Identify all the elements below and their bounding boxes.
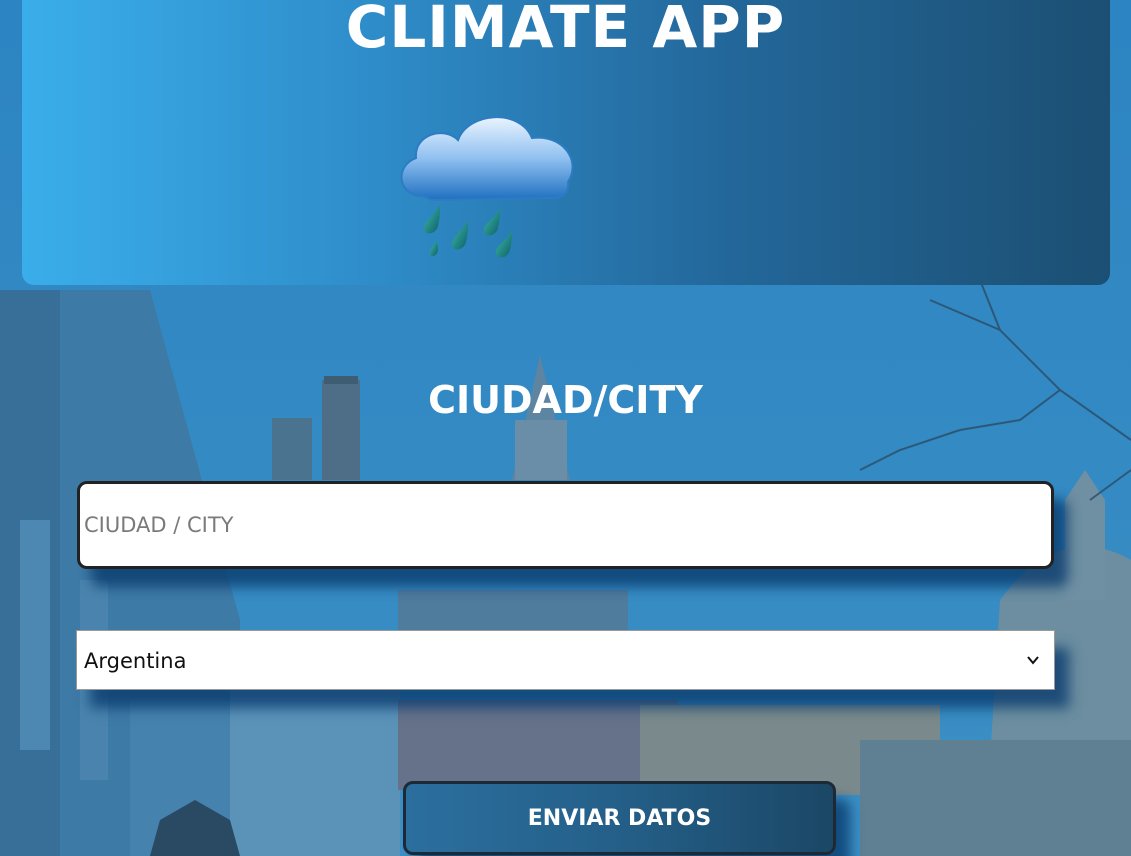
submit-button[interactable]: ENVIAR DATOS xyxy=(403,781,836,855)
chevron-down-icon xyxy=(1027,656,1039,665)
country-select[interactable]: Argentina xyxy=(76,630,1055,690)
country-select-value: Argentina xyxy=(84,649,187,673)
app-title: CLIMATE APP xyxy=(345,0,786,61)
city-heading: CIUDAD/CITY xyxy=(428,378,703,422)
city-input[interactable] xyxy=(77,481,1054,569)
rain-cloud-icon xyxy=(392,104,582,264)
